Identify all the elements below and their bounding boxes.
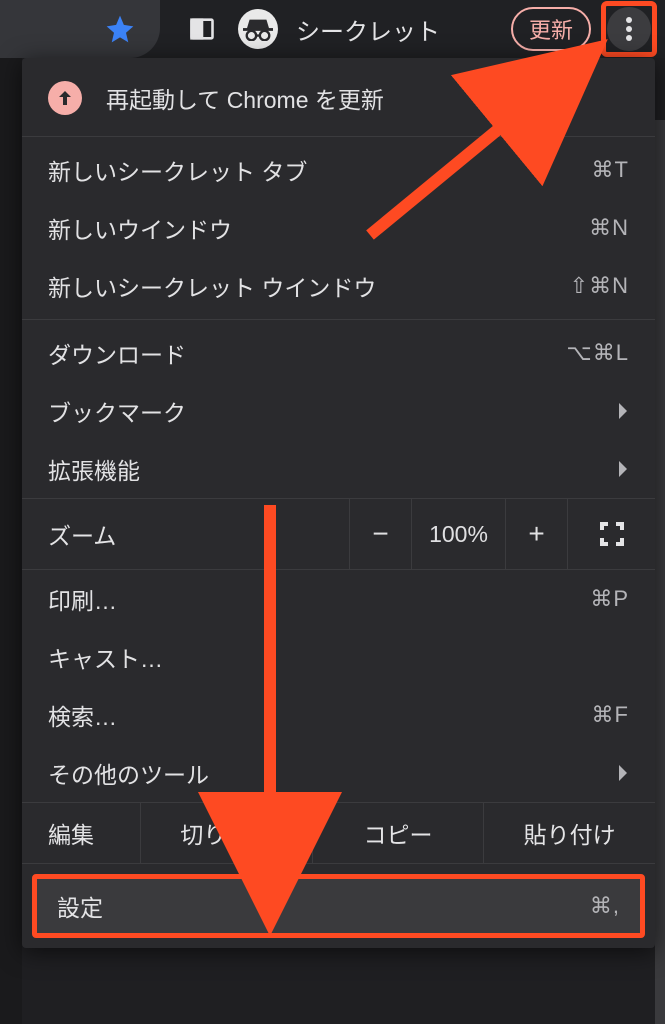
menu-label: 印刷…: [48, 582, 117, 616]
annotation-box-menu-button: [601, 1, 657, 57]
menu-label: 新しいシークレット タブ: [48, 153, 307, 187]
menu-item-zoom: ズーム − 100% +: [22, 498, 655, 570]
menu-shortcut: ⌘,: [590, 893, 620, 919]
menu-label: その他のツール: [48, 756, 209, 790]
menu-divider: [22, 319, 655, 320]
menu-item-edit-group: 編集 切り取り コピー 貼り付け: [22, 802, 655, 864]
menu-shortcut: ⇧⌘N: [570, 273, 629, 299]
menu-item-cast[interactable]: キャスト…: [22, 628, 655, 686]
menu-item-more-tools[interactable]: その他のツール: [22, 744, 655, 802]
update-arrow-icon: [48, 81, 82, 115]
edit-paste-button[interactable]: 貼り付け: [483, 803, 655, 863]
edit-copy-button[interactable]: コピー: [312, 803, 484, 863]
zoom-value: 100%: [411, 499, 505, 569]
chevron-right-icon: [617, 764, 629, 782]
chevron-right-icon: [617, 460, 629, 478]
menu-shortcut: ⌘T: [592, 157, 629, 183]
scrollbar[interactable]: [655, 120, 665, 1024]
edit-cut-button[interactable]: 切り取り: [140, 803, 312, 863]
update-pill-button[interactable]: 更新: [511, 7, 591, 51]
menu-item-extensions[interactable]: 拡張機能: [22, 440, 655, 498]
menu-item-bookmarks[interactable]: ブックマーク: [22, 382, 655, 440]
side-panel-icon[interactable]: [188, 15, 216, 43]
bookmark-star-icon[interactable]: [104, 13, 136, 45]
menu-shortcut: ⌘F: [592, 702, 629, 728]
menu-shortcut: ⌘N: [589, 215, 629, 241]
menu-item-downloads[interactable]: ダウンロード ⌥⌘L: [22, 324, 655, 382]
menu-label: 新しいシークレット ウインドウ: [48, 269, 376, 303]
menu-item-new-incognito-window[interactable]: 新しいシークレット ウインドウ ⇧⌘N: [22, 257, 655, 315]
menu-shortcut: ⌥⌘L: [566, 340, 629, 366]
menu-label: 拡張機能: [48, 452, 140, 486]
page-edge: [0, 58, 22, 1024]
menu-item-print[interactable]: 印刷… ⌘P: [22, 570, 655, 628]
fullscreen-button[interactable]: [567, 499, 655, 569]
zoom-out-button[interactable]: −: [349, 499, 411, 569]
incognito-label[interactable]: シークレット: [296, 12, 440, 47]
incognito-icon[interactable]: [238, 9, 278, 49]
zoom-in-button[interactable]: +: [505, 499, 567, 569]
menu-button[interactable]: [607, 7, 651, 51]
zoom-label: ズーム: [48, 517, 349, 551]
menu-label: 検索…: [48, 698, 117, 732]
menu-label: ダウンロード: [48, 336, 186, 370]
menu-item-settings[interactable]: 設定 ⌘,: [32, 874, 645, 938]
menu-item-new-window[interactable]: 新しいウインドウ ⌘N: [22, 199, 655, 257]
menu-shortcut: ⌘P: [590, 586, 629, 612]
menu-label: 設定: [57, 889, 103, 923]
menu-divider: [22, 136, 655, 137]
menu-label: ブックマーク: [48, 394, 186, 428]
menu-item-find[interactable]: 検索… ⌘F: [22, 686, 655, 744]
menu-label: 再起動して Chrome を更新: [106, 81, 384, 115]
toolbar-icon-group: シークレット: [188, 9, 440, 49]
menu-label: 新しいウインドウ: [48, 211, 232, 245]
browser-toolbar: シークレット 更新: [0, 0, 665, 58]
edit-label: 編集: [22, 803, 140, 863]
menu-item-new-incognito-tab[interactable]: 新しいシークレット タブ ⌘T: [22, 141, 655, 199]
address-bar-tail: [0, 0, 160, 58]
menu-item-relaunch-update[interactable]: 再起動して Chrome を更新: [22, 64, 655, 132]
chrome-main-menu: 再起動して Chrome を更新 新しいシークレット タブ ⌘T 新しいウインド…: [22, 58, 655, 948]
update-pill-label: 更新: [529, 13, 573, 45]
chevron-right-icon: [617, 402, 629, 420]
menu-label: キャスト…: [48, 640, 163, 674]
